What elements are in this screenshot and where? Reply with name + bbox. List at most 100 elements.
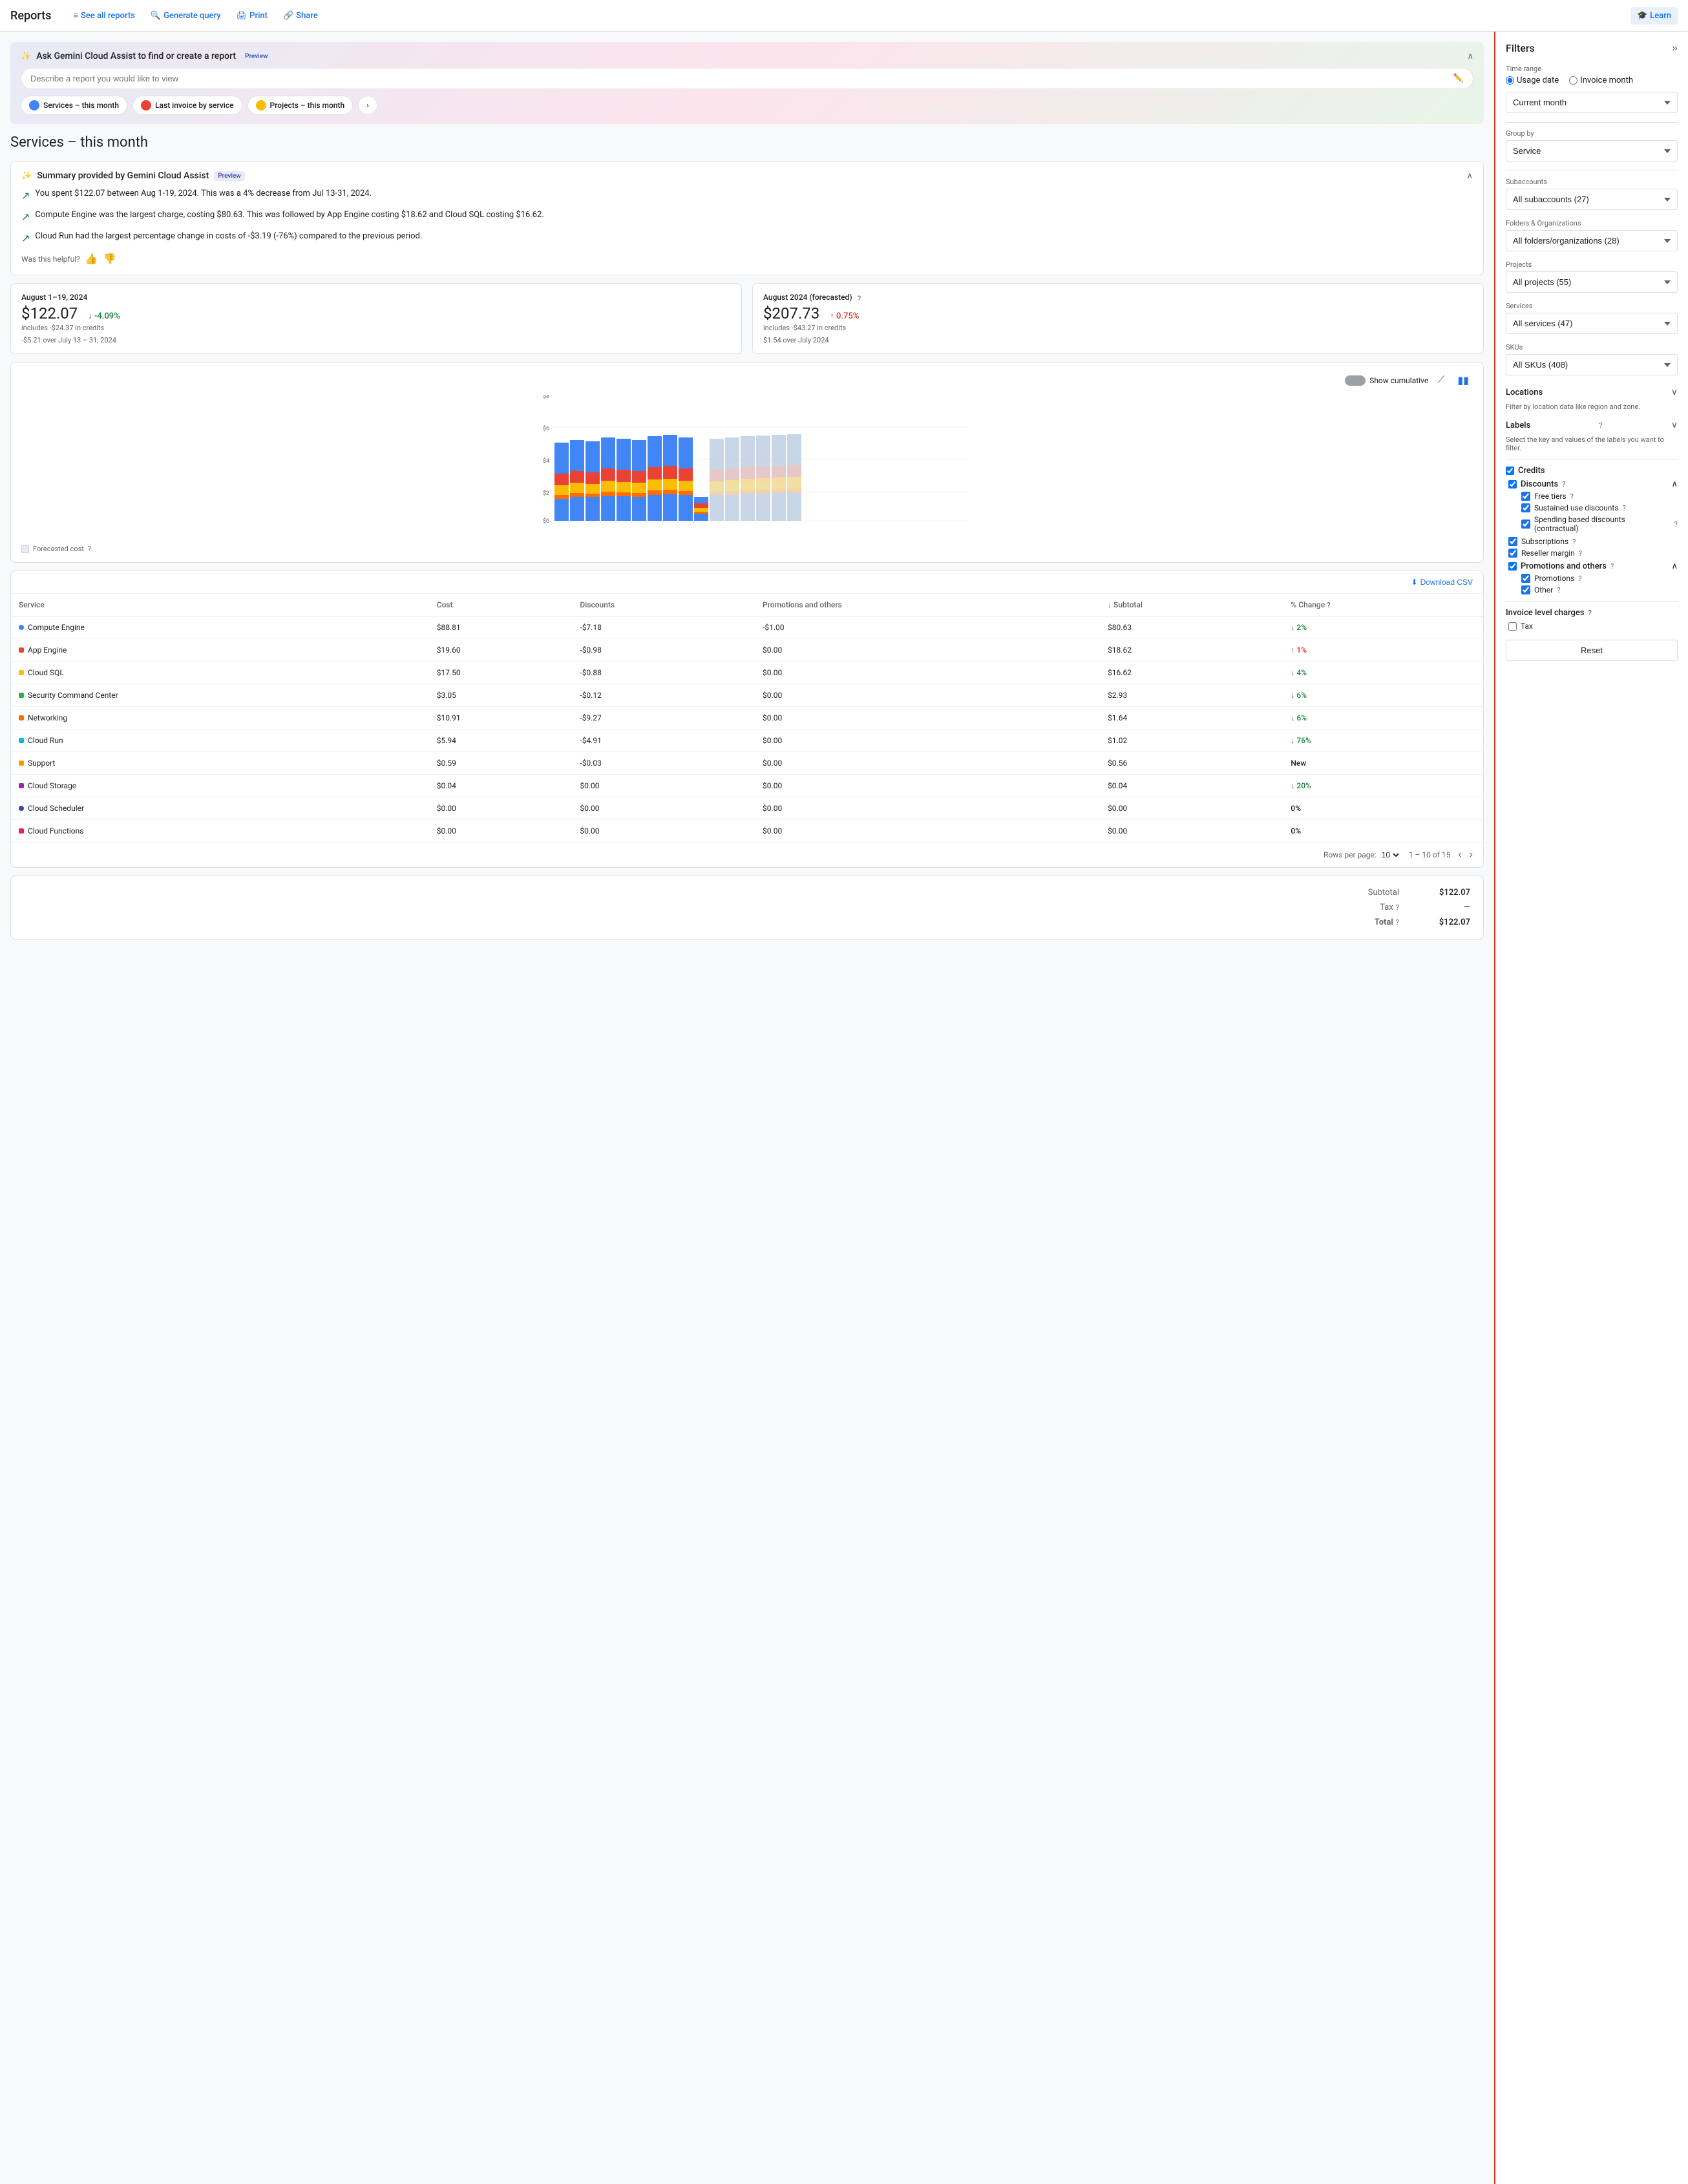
locations-header[interactable]: Locations ∨ <box>1506 384 1678 400</box>
learn-button[interactable]: 🎓 Learn <box>1630 7 1678 25</box>
invoice-charges-header: Invoice level charges ? <box>1506 608 1678 618</box>
group-by-label: Group by <box>1506 129 1678 138</box>
projects-select[interactable]: All projects (55) <box>1506 271 1678 293</box>
skus-label: SKUs <box>1506 343 1678 352</box>
reseller-checkbox[interactable] <box>1508 549 1517 558</box>
print-link[interactable]: 🖨 Print <box>230 7 274 25</box>
svg-text:$2: $2 <box>543 490 549 497</box>
metric-period1-change: ↓ -4.09% <box>88 311 120 321</box>
services-filter-label: Services <box>1506 302 1678 310</box>
locations-title: Locations <box>1506 388 1543 397</box>
cost-cell-6: $0.59 <box>429 752 573 775</box>
promotions-checkbox[interactable] <box>1521 574 1530 583</box>
prev-page-button[interactable]: ‹ <box>1458 849 1461 861</box>
generate-query-link[interactable]: 🔍 Generate query <box>144 7 227 25</box>
page-title: Reports <box>10 9 51 23</box>
rows-per-page-select[interactable]: 10 25 50 <box>1379 850 1401 860</box>
col-promotions: Promotions and others <box>755 594 1100 616</box>
download-csv-button[interactable]: ⬇ Download CSV <box>1411 578 1473 587</box>
usage-date-radio[interactable] <box>1506 76 1514 85</box>
quick-report-invoice[interactable]: Last invoice by service <box>132 96 242 115</box>
promotions-help-icon[interactable]: ? <box>1610 562 1614 571</box>
time-range-section: Time range Usage date Invoice month Curr… <box>1506 65 1678 113</box>
change-cell-1: ↑ 1% <box>1283 639 1483 662</box>
subscriptions-help-icon[interactable]: ? <box>1572 538 1576 546</box>
line-chart-button[interactable]: ⟋ <box>1433 372 1448 389</box>
discounts-checkbox[interactable] <box>1508 480 1517 488</box>
projects-section: Projects All projects (55) <box>1506 260 1678 293</box>
subtotal-cell-9: $0.00 <box>1100 820 1283 843</box>
forecast-help-icon[interactable]: ? <box>88 545 91 553</box>
locations-section: Locations ∨ Filter by location data like… <box>1506 384 1678 411</box>
summary-item-0: ↗ You spent $122.07 between Aug 1-19, 20… <box>21 187 1473 204</box>
other-checkbox[interactable] <box>1521 585 1530 594</box>
sustained-help-icon[interactable]: ? <box>1623 504 1626 512</box>
promotions-cell-6: $0.00 <box>755 752 1100 775</box>
total-help-icon[interactable]: ? <box>1396 918 1399 927</box>
sustained-use-checkbox[interactable] <box>1521 503 1530 512</box>
promotions-cell-8: $0.00 <box>755 797 1100 820</box>
gemini-collapse-button[interactable]: ∧ <box>1467 52 1473 61</box>
service-cell-1: App Engine <box>11 639 429 662</box>
gemini-input[interactable] <box>30 74 1453 83</box>
quick-report-services[interactable]: Services – this month <box>21 96 127 115</box>
cost-cell-1: $19.60 <box>429 639 573 662</box>
next-page-button[interactable]: › <box>1470 849 1473 861</box>
credits-header: Credits <box>1506 466 1678 476</box>
discounts-help-icon[interactable]: ? <box>1562 480 1565 488</box>
usage-date-radio-label[interactable]: Usage date <box>1506 76 1559 85</box>
credits-checkbox[interactable] <box>1506 467 1514 475</box>
subtotal-cell-3: $2.93 <box>1100 684 1283 707</box>
promotions-item-help-icon[interactable]: ? <box>1578 574 1581 583</box>
invoice-month-radio[interactable] <box>1569 76 1577 85</box>
thumbs-up-button[interactable]: 👍 <box>85 253 98 266</box>
bar-chart-button[interactable]: ▮▮ <box>1453 372 1473 390</box>
services-select[interactable]: All services (47) <box>1506 313 1678 334</box>
quick-report-projects[interactable]: Projects – this month <box>248 96 353 115</box>
group-by-select[interactable]: Service <box>1506 140 1678 162</box>
reseller-help-icon[interactable]: ? <box>1579 549 1582 558</box>
table-row: App Engine$19.60-$0.98$0.00$18.62↑ 1% <box>11 639 1483 662</box>
gemini-input-row: ✏️ <box>21 68 1473 89</box>
see-all-reports-link[interactable]: ≡ See all reports <box>67 6 142 25</box>
free-tiers-checkbox[interactable] <box>1521 492 1530 501</box>
rows-per-page: Rows per page: 10 25 50 <box>1324 850 1401 860</box>
show-cumulative-toggle[interactable]: Show cumulative <box>1345 375 1428 386</box>
change-help-icon[interactable]: ? <box>1327 601 1330 609</box>
subtotal-cell-0: $80.63 <box>1100 616 1283 639</box>
discounts-chevron-icon[interactable]: ∧ <box>1671 479 1678 489</box>
subaccounts-select[interactable]: All subaccounts (27) <box>1506 189 1678 210</box>
labels-header[interactable]: Labels ? ∨ <box>1506 417 1678 433</box>
promotions-cell-0: -$1.00 <box>755 616 1100 639</box>
tax-help-icon[interactable]: ? <box>1396 903 1399 912</box>
skus-select[interactable]: All SKUs (408) <box>1506 354 1678 375</box>
promotions-and-others-checkbox[interactable] <box>1508 562 1517 571</box>
toggle-switch[interactable] <box>1345 375 1366 386</box>
free-tiers-help-icon[interactable]: ? <box>1570 492 1574 501</box>
filters-header: Filters » <box>1506 42 1678 54</box>
subtotal-cell-8: $0.00 <box>1100 797 1283 820</box>
tax-checkbox[interactable] <box>1508 622 1517 631</box>
promotions-chevron-icon[interactable]: ∧ <box>1671 562 1678 571</box>
summary-sparkle-icon: ✨ <box>21 171 32 181</box>
invoice-charges-help-icon[interactable]: ? <box>1588 609 1592 617</box>
summary-collapse-button[interactable]: ∧ <box>1466 171 1473 181</box>
invoice-month-radio-label[interactable]: Invoice month <box>1569 76 1633 85</box>
quick-report-more[interactable]: › <box>358 96 377 115</box>
spending-help-icon[interactable]: ? <box>1674 520 1678 529</box>
labels-help-icon[interactable]: ? <box>1599 421 1602 430</box>
forecast-help-icon[interactable]: ? <box>858 294 861 303</box>
folders-select[interactable]: All folders/organizations (28) <box>1506 230 1678 251</box>
tax-value: — <box>1425 903 1470 912</box>
col-cost: Cost <box>429 594 573 616</box>
spending-based-checkbox[interactable] <box>1521 520 1530 529</box>
current-month-select[interactable]: Current month <box>1506 92 1678 113</box>
summary-card: ✨ Summary provided by Gemini Cloud Assis… <box>10 161 1484 275</box>
thumbs-down-button[interactable]: 👎 <box>103 253 116 266</box>
reset-button[interactable]: Reset <box>1506 640 1678 661</box>
trend-icon-2: ↗ <box>21 231 30 246</box>
subscriptions-checkbox[interactable] <box>1508 537 1517 546</box>
other-help-icon[interactable]: ? <box>1557 586 1560 594</box>
share-link[interactable]: 🔗 Share <box>277 7 324 25</box>
filters-collapse-button[interactable]: » <box>1672 43 1678 54</box>
